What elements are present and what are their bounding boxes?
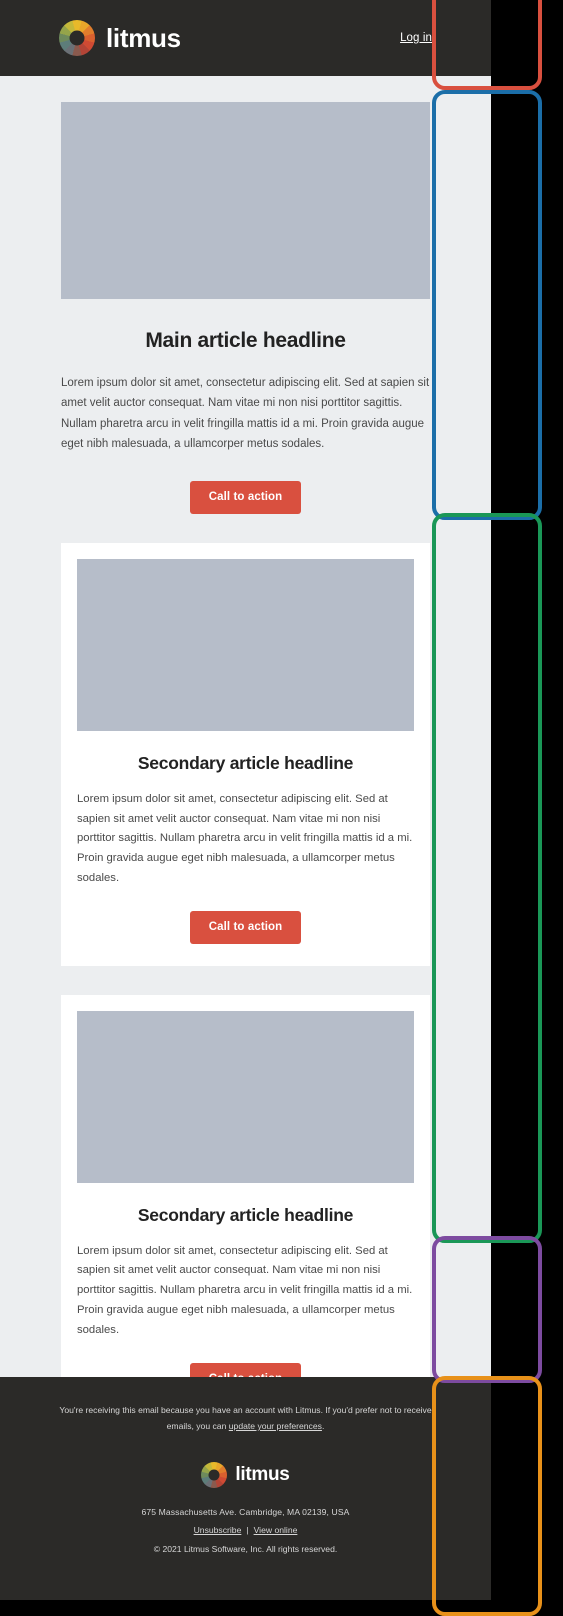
unsubscribe-link[interactable]: Unsubscribe: [194, 1525, 242, 1535]
email-footer: You're receiving this email because you …: [0, 1377, 491, 1600]
footer-link-separator: |: [246, 1524, 249, 1535]
email-body: Main article headline Lorem ipsum dolor …: [0, 76, 491, 1509]
email-canvas: litmus Log in Main article headline Lore…: [0, 0, 491, 1600]
main-article-body: Lorem ipsum dolor sit amet, consectetur …: [61, 377, 430, 451]
logo-center-hole: [69, 30, 85, 46]
update-preferences-link[interactable]: update your preferences: [229, 1421, 322, 1431]
email-header: litmus Log in: [0, 0, 491, 76]
main-article-image: [61, 102, 430, 299]
secondary-article-headline: Secondary article headline: [137, 1204, 354, 1225]
main-article-headline: Main article headline: [145, 329, 346, 352]
secondary-article-image: [77, 558, 414, 731]
brand-wordmark: litmus: [106, 23, 181, 53]
login-link[interactable]: Log in: [400, 32, 432, 44]
footer-disclaimer-text-after: .: [321, 1420, 325, 1431]
secondary-article-body: Lorem ipsum dolor sit amet, consectetur …: [77, 1244, 413, 1336]
secondary-cta-wrapper: Call to action: [77, 910, 414, 944]
secondary-article-card: Secondary article headline Lorem ipsum d…: [61, 542, 430, 966]
main-call-to-action-button[interactable]: Call to action: [189, 480, 302, 514]
secondary-article-body: Lorem ipsum dolor sit amet, consectetur …: [77, 792, 413, 884]
secondary-call-to-action-button[interactable]: Call to action: [189, 910, 302, 944]
footer-brand: litmus: [48, 1461, 443, 1488]
secondary-article-headline: Secondary article headline: [137, 752, 354, 773]
main-article-section: Main article headline Lorem ipsum dolor …: [0, 76, 491, 514]
litmus-logo-icon: [201, 1461, 228, 1488]
litmus-logo-icon: [59, 20, 95, 56]
footer-copyright: © 2021 Litmus Software, Inc. All rights …: [153, 1543, 338, 1554]
footer-disclaimer: You're receiving this email because you …: [48, 1403, 443, 1435]
header-brand: litmus: [59, 20, 181, 56]
footer-brand-wordmark: litmus: [235, 1464, 290, 1486]
logo-center-hole: [208, 1469, 220, 1481]
footer-address: 675 Massachusetts Ave. Cambridge, MA 021…: [141, 1506, 350, 1517]
footer-links: Unsubscribe | View online: [48, 1525, 443, 1535]
main-cta-wrapper: Call to action: [61, 480, 430, 514]
view-online-link[interactable]: View online: [254, 1525, 298, 1535]
secondary-article-image: [77, 1010, 414, 1183]
secondary-article-card: Secondary article headline Lorem ipsum d…: [61, 994, 430, 1418]
